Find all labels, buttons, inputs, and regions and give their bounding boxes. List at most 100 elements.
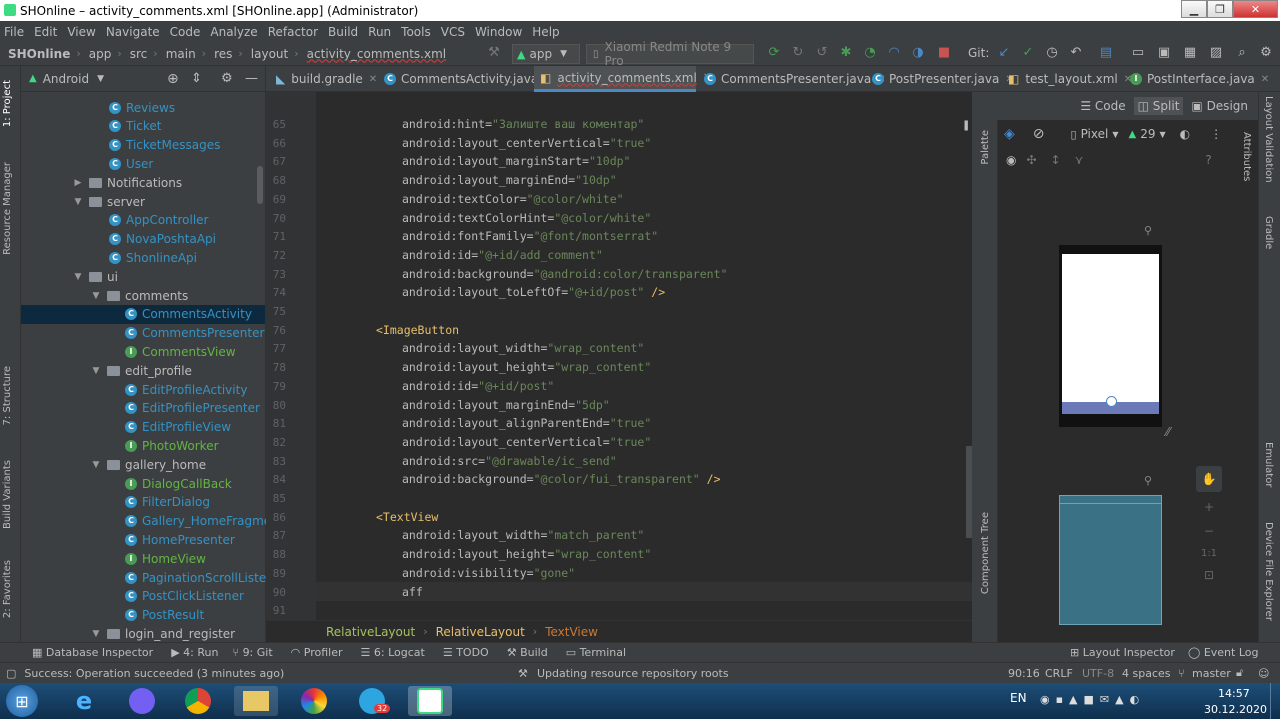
apply-changes-icon[interactable]: ↻ (790, 45, 806, 61)
crumb-relative-layout-2[interactable]: RelativeLayout (436, 625, 525, 639)
close-icon[interactable]: ✕ (1261, 74, 1269, 85)
tree-item[interactable]: C EditProfileActivity (21, 380, 265, 399)
tab-activity-comments-xml[interactable]: ◧activity_comments.xml✕ (534, 66, 711, 92)
run-config-select[interactable]: ▲ app ▼ (512, 44, 580, 64)
code-line[interactable]: android:id="@+id/add_comment" (402, 248, 603, 262)
menu-analyze[interactable]: Analyze (210, 25, 257, 39)
tree-item[interactable]: C Ticket (21, 117, 265, 136)
breadcrumb-main[interactable]: main (166, 47, 196, 61)
show-desktop-button[interactable] (1270, 683, 1280, 719)
close-button[interactable]: ✕ (1233, 0, 1278, 18)
tab-build-gradle[interactable]: ◣ build.gradle ✕ (270, 66, 378, 92)
maximize-button[interactable]: ❐ (1207, 0, 1233, 18)
tool-event-log[interactable]: ◯ Event Log (1188, 646, 1258, 659)
code-line[interactable]: android:layout_centerVertical="true" (402, 435, 651, 449)
attributes-tab[interactable]: Attributes (1241, 132, 1252, 181)
tree-folder[interactable]: ▼ ui (21, 267, 265, 286)
tree-folder[interactable]: ▼ comments (21, 286, 265, 305)
code-line[interactable]: android:textColor="@color/white" (402, 192, 624, 206)
palette-tab[interactable]: Palette (980, 130, 991, 165)
zoom-in-button[interactable]: + (1196, 500, 1222, 524)
tool-terminal[interactable]: ▭ Terminal (566, 646, 626, 659)
resource-manager-tab[interactable]: Resource Manager (2, 162, 13, 255)
device-manager-icon[interactable]: ▦ (1182, 45, 1198, 61)
code-line[interactable]: android:src="@drawable/ic_send" (402, 454, 617, 468)
chevron-down-icon[interactable]: ▼ (91, 291, 101, 301)
menu-refactor[interactable]: Refactor (268, 25, 318, 39)
code-line[interactable]: android:hint="Залиште ваш коментар" (402, 117, 644, 131)
menu-run[interactable]: Run (368, 25, 391, 39)
pan-button[interactable]: ✋ (1196, 466, 1222, 492)
clock-time[interactable]: 14:57 (1218, 687, 1250, 700)
tree-item[interactable]: C CommentsActivity (21, 304, 265, 324)
tree-item[interactable]: I PhotoWorker (21, 436, 265, 455)
tree-item[interactable]: C CommentsPresenter (21, 324, 265, 343)
tree-item[interactable]: C EditProfilePresenter (21, 399, 265, 418)
orientation-icon[interactable]: ⊘ (1033, 126, 1045, 142)
tree-item[interactable]: I HomeView (21, 549, 265, 568)
chevron-down-icon[interactable]: ▼ (91, 629, 101, 639)
tree-folder[interactable]: ▼ gallery_home (21, 455, 265, 474)
tool-profiler[interactable]: ◠ Profiler (291, 646, 343, 659)
crumb-relative-layout-1[interactable]: RelativeLayout (326, 625, 415, 639)
device-select[interactable]: ▯ Xiaomi Redmi Note 9 Pro (586, 40, 754, 68)
tab-comments-presenter[interactable]: CCommentsPresenter.java✕ (698, 66, 886, 92)
breadcrumb-res[interactable]: res (214, 47, 232, 61)
search-icon[interactable]: ⌕ (1234, 45, 1250, 61)
chevron-down-icon[interactable]: ▼ (73, 272, 83, 282)
tool-logcat[interactable]: ☰ 6: Logcat (361, 646, 425, 659)
phone-icon[interactable]: ▯ (1071, 128, 1077, 141)
menu-window[interactable]: Window (475, 25, 522, 39)
file-explorer-icon[interactable] (234, 686, 278, 716)
more-icon[interactable]: ⋮ (1210, 127, 1222, 141)
menu-view[interactable]: View (67, 25, 95, 39)
code-line[interactable]: android:layout_marginEnd="10dp" (402, 173, 617, 187)
chrome-icon[interactable] (176, 686, 220, 716)
zoom-out-button[interactable]: − (1196, 524, 1222, 548)
avd-manager-icon[interactable]: ▣ (1156, 45, 1172, 61)
tool-layout-inspector[interactable]: ⊞ Layout Inspector (1070, 646, 1175, 659)
git-history-icon[interactable]: ◷ (1044, 45, 1060, 61)
infer-icon[interactable]: ⋎ (1075, 153, 1084, 167)
chevron-down-icon[interactable]: ▼ (73, 197, 83, 207)
zoom-level[interactable]: 1:1 (1196, 548, 1222, 568)
code-line[interactable]: android:layout_width="match_parent" (402, 528, 644, 542)
git-rollback-icon[interactable]: ↶ (1068, 45, 1084, 61)
tab-comments-activity[interactable]: CCommentsActivity.java✕ (378, 66, 553, 92)
code-line[interactable]: android:layout_marginEnd="5dp" (402, 398, 610, 412)
gear-icon[interactable]: ⚙ (221, 71, 233, 86)
menu-code[interactable]: Code (170, 25, 201, 39)
profile-icon[interactable]: ◠ (886, 45, 902, 61)
tree-item[interactable]: C FilterDialog (21, 493, 265, 512)
git-update-icon[interactable]: ↙ (996, 45, 1012, 61)
design-surface[interactable]: ◈ ⊘ ▯ Pixel ▼ ▲ 29 ▼ ◐ ⋮ ◉ ✣ ↕ ⋎ ? ⁄⁄ ⚲ … (998, 120, 1280, 642)
blueprint-preview[interactable] (1059, 495, 1162, 625)
breadcrumb-file[interactable]: activity_comments.xml (307, 47, 446, 61)
design-preview[interactable] (1059, 245, 1162, 427)
code-line[interactable]: android:layout_height="wrap_content" (402, 547, 651, 561)
tab-test-layout[interactable]: ◧ test_layout.xml ✕ (1002, 66, 1132, 92)
tree-folder[interactable]: ▼ edit_profile (21, 361, 265, 380)
file-encoding[interactable]: UTF-8 (1082, 667, 1114, 680)
code-line[interactable]: android:layout_marginStart="10dp" (402, 154, 630, 168)
menu-build[interactable]: Build (328, 25, 358, 39)
menu-vcs[interactable]: VCS (441, 25, 465, 39)
tool-database-inspector[interactable]: ▦ Database Inspector (32, 646, 153, 659)
breadcrumb-src[interactable]: src (130, 47, 148, 61)
code-line[interactable]: aff (402, 585, 423, 599)
code-line[interactable]: android:layout_toLeftOf="@+id/post" /> (402, 285, 665, 299)
caret-position[interactable]: 90:16 (1008, 667, 1040, 680)
hammer-icon[interactable]: ⚒ (486, 45, 502, 61)
language-indicator[interactable]: EN (1010, 691, 1027, 705)
breadcrumb-project[interactable]: SHOnline (8, 47, 70, 61)
android-studio-icon[interactable] (408, 686, 452, 716)
resize-handle-icon[interactable]: ⁄⁄ (1166, 425, 1170, 439)
locate-icon[interactable]: ⊕ (167, 71, 179, 87)
project-tool-tab[interactable]: 1: Project (2, 80, 13, 127)
viber-icon[interactable] (120, 686, 164, 716)
tree-folder[interactable]: ▼ server (21, 192, 265, 211)
pixel-select[interactable]: Pixel (1081, 127, 1109, 141)
design-mode-button[interactable]: ▣ Design (1191, 99, 1248, 113)
menu-navigate[interactable]: Navigate (106, 25, 160, 39)
structure-tab[interactable]: 7: Structure (2, 366, 13, 425)
